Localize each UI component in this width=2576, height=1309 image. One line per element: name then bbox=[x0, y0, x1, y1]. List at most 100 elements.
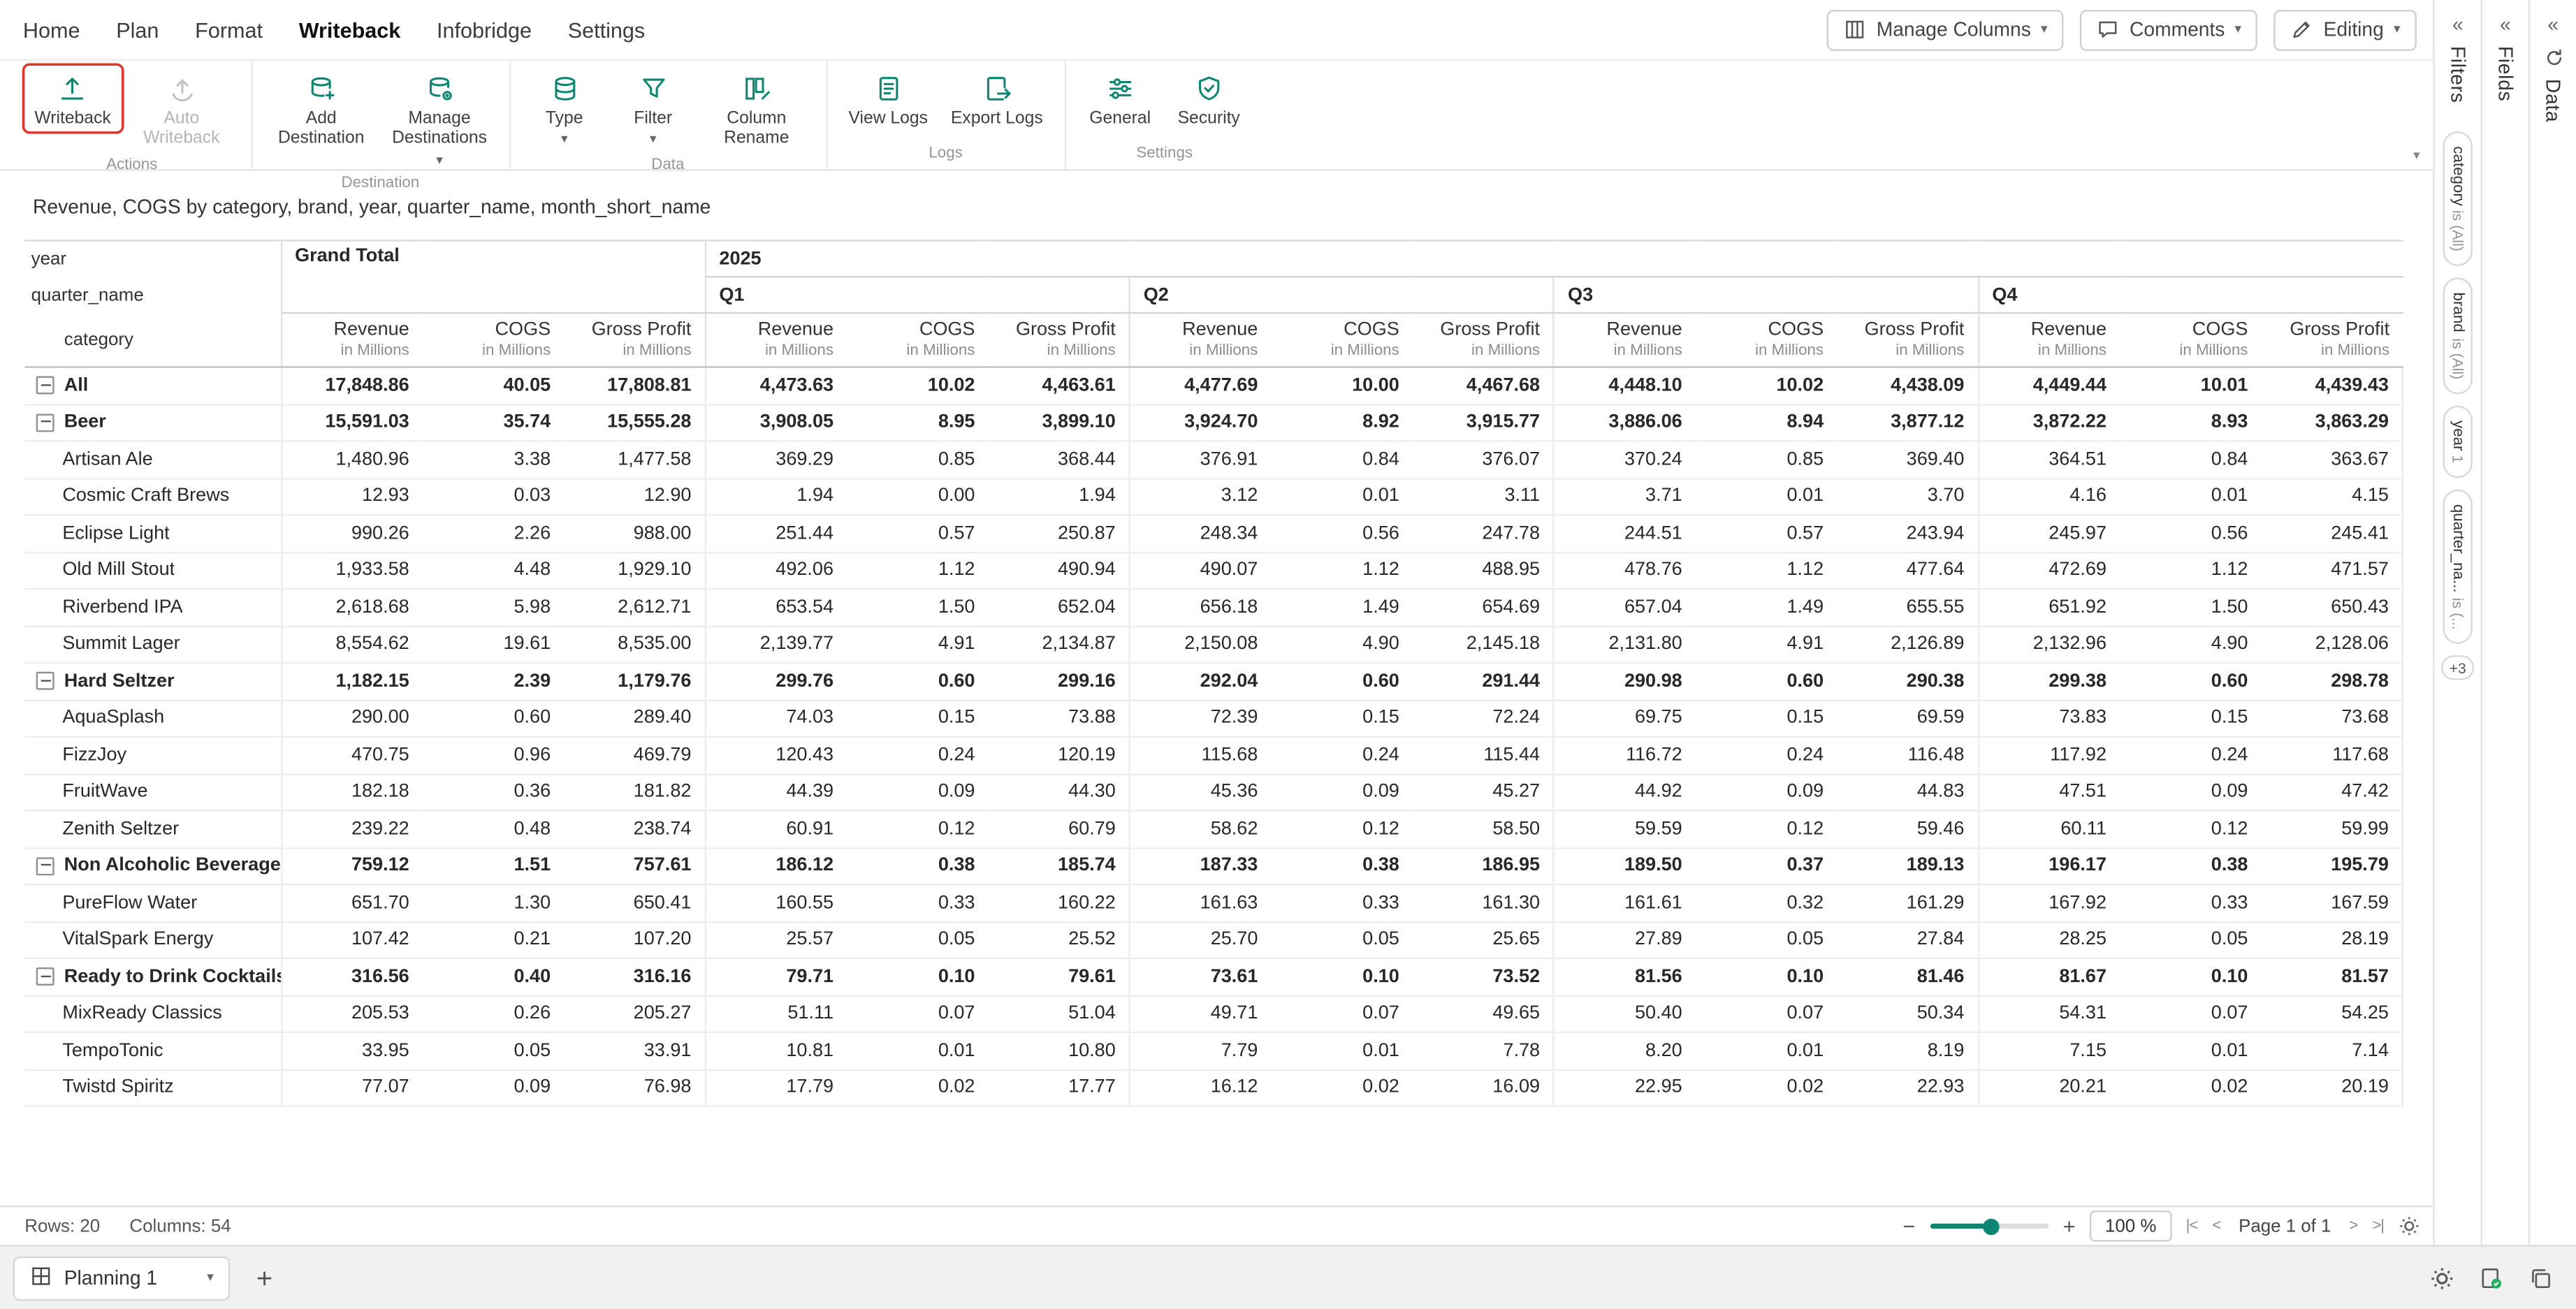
value-cell[interactable]: 0.38 bbox=[1271, 847, 1413, 886]
value-cell[interactable]: 2.26 bbox=[422, 515, 564, 553]
value-cell[interactable]: 1,477.58 bbox=[563, 441, 706, 479]
value-cell[interactable]: 79.71 bbox=[704, 958, 847, 997]
value-cell[interactable]: 369.29 bbox=[704, 441, 847, 479]
value-cell[interactable]: 471.57 bbox=[2261, 552, 2404, 590]
value-cell[interactable]: 368.44 bbox=[988, 441, 1130, 479]
value-cell[interactable]: 0.05 bbox=[1695, 921, 1837, 960]
value-cell[interactable]: 0.10 bbox=[1271, 958, 1413, 997]
value-cell[interactable]: 74.03 bbox=[704, 699, 847, 738]
value-cell[interactable]: 19.61 bbox=[422, 625, 564, 664]
column-header-revenue[interactable]: Revenue in Millions bbox=[704, 312, 847, 368]
value-cell[interactable]: 244.51 bbox=[1552, 515, 1696, 553]
value-cell[interactable]: 4,448.10 bbox=[1552, 367, 1696, 405]
zoom-out-button[interactable]: − bbox=[1902, 1215, 1915, 1237]
value-cell[interactable]: 0.09 bbox=[1271, 773, 1413, 812]
value-cell[interactable]: 116.48 bbox=[1836, 736, 1979, 775]
value-cell[interactable]: 28.25 bbox=[1977, 921, 2120, 960]
value-cell[interactable]: 0.12 bbox=[2119, 810, 2262, 849]
value-cell[interactable]: 653.54 bbox=[704, 588, 847, 627]
value-cell[interactable]: 16.12 bbox=[1128, 1069, 1272, 1107]
value-cell[interactable]: 0.56 bbox=[1271, 515, 1413, 553]
value-cell[interactable]: 652.04 bbox=[988, 588, 1130, 627]
menu-item-settings[interactable]: Settings bbox=[568, 17, 645, 42]
value-cell[interactable]: 316.16 bbox=[563, 958, 706, 997]
export-logs-button[interactable]: Export Logs bbox=[941, 66, 1053, 132]
value-cell[interactable]: 73.88 bbox=[988, 699, 1130, 738]
value-cell[interactable]: 81.56 bbox=[1552, 958, 1696, 997]
value-cell[interactable]: 12.93 bbox=[279, 478, 423, 516]
value-cell[interactable]: 1.30 bbox=[422, 884, 564, 923]
value-cell[interactable]: 8.93 bbox=[2119, 404, 2262, 442]
value-cell[interactable]: 25.65 bbox=[1412, 921, 1555, 960]
value-cell[interactable]: 247.78 bbox=[1412, 515, 1555, 553]
value-cell[interactable]: 7.14 bbox=[2261, 1032, 2404, 1070]
menu-item-infobridge[interactable]: Infobridge bbox=[437, 17, 532, 42]
value-cell[interactable]: 120.43 bbox=[704, 736, 847, 775]
year-2025-header[interactable]: 2025 bbox=[704, 240, 2403, 278]
value-cell[interactable]: 298.78 bbox=[2261, 662, 2404, 701]
value-cell[interactable]: 3.71 bbox=[1552, 478, 1696, 516]
value-cell[interactable]: 27.89 bbox=[1552, 921, 1696, 960]
value-cell[interactable]: 44.39 bbox=[704, 773, 847, 812]
value-cell[interactable]: 79.61 bbox=[988, 958, 1130, 997]
value-cell[interactable]: 4.16 bbox=[1977, 478, 2120, 516]
filter-pill-more[interactable]: +3 bbox=[2440, 656, 2475, 681]
value-cell[interactable]: 59.59 bbox=[1552, 810, 1696, 849]
value-cell[interactable]: 2,145.18 bbox=[1412, 625, 1555, 664]
menu-item-home[interactable]: Home bbox=[23, 17, 80, 42]
value-cell[interactable]: 167.59 bbox=[2261, 884, 2404, 923]
value-cell[interactable]: 0.26 bbox=[422, 995, 564, 1034]
value-cell[interactable]: 15,555.28 bbox=[563, 404, 706, 442]
value-cell[interactable]: 0.33 bbox=[1271, 884, 1413, 923]
value-cell[interactable]: 243.94 bbox=[1836, 515, 1979, 553]
value-cell[interactable]: 73.68 bbox=[2261, 699, 2404, 738]
value-cell[interactable]: 291.44 bbox=[1412, 662, 1555, 701]
value-cell[interactable]: 60.79 bbox=[988, 810, 1130, 849]
value-cell[interactable]: 0.05 bbox=[846, 921, 989, 960]
value-cell[interactable]: 651.92 bbox=[1977, 588, 2120, 627]
value-cell[interactable]: 0.05 bbox=[1271, 921, 1413, 960]
table-row-all[interactable]: All 17,848.86 40.05 17,808.81 4,473.63 10.02 4… bbox=[24, 367, 2404, 405]
value-cell[interactable]: 239.22 bbox=[279, 810, 423, 849]
value-cell[interactable]: 1.12 bbox=[1695, 552, 1837, 590]
value-cell[interactable]: 35.74 bbox=[422, 404, 564, 442]
column-rename-button[interactable]: Column Rename bbox=[699, 66, 815, 152]
value-cell[interactable]: 7.15 bbox=[1977, 1032, 2120, 1070]
value-cell[interactable]: 81.46 bbox=[1836, 958, 1979, 997]
value-cell[interactable]: 69.75 bbox=[1552, 699, 1696, 738]
value-cell[interactable]: 17.77 bbox=[988, 1069, 1130, 1107]
value-cell[interactable]: 182.18 bbox=[279, 773, 423, 812]
table-settings-icon[interactable] bbox=[2399, 1215, 2420, 1237]
value-cell[interactable]: 0.02 bbox=[2119, 1069, 2262, 1107]
row-name-cell[interactable]: Twistd Spiritz bbox=[24, 1069, 282, 1107]
value-cell[interactable]: 299.16 bbox=[988, 662, 1130, 701]
value-cell[interactable]: 47.51 bbox=[1977, 773, 2120, 812]
value-cell[interactable]: 8.92 bbox=[1271, 404, 1413, 442]
value-cell[interactable]: 44.83 bbox=[1836, 773, 1979, 812]
value-cell[interactable]: 4.48 bbox=[422, 552, 564, 590]
column-header-revenue[interactable]: Revenue in Millions bbox=[1977, 312, 2120, 368]
table-row-summit-lager[interactable]: Summit Lager 8,554.62 19.61 8,535.00 2,139.7… bbox=[24, 625, 2404, 664]
value-cell[interactable]: 0.60 bbox=[422, 699, 564, 738]
chevron-down-icon[interactable]: ▾ bbox=[207, 1271, 213, 1285]
value-cell[interactable]: 0.85 bbox=[846, 441, 989, 479]
value-cell[interactable]: 4.15 bbox=[2261, 478, 2404, 516]
row-name-cell[interactable]: Hard Seltzer bbox=[24, 662, 282, 701]
value-cell[interactable]: 59.46 bbox=[1836, 810, 1979, 849]
value-cell[interactable]: 0.01 bbox=[1695, 478, 1837, 516]
writeback-button[interactable]: Writeback bbox=[24, 66, 121, 132]
value-cell[interactable]: 316.56 bbox=[279, 958, 423, 997]
value-cell[interactable]: 5.98 bbox=[422, 588, 564, 627]
value-cell[interactable]: 363.67 bbox=[2261, 441, 2404, 479]
collapse-row-icon[interactable] bbox=[36, 413, 54, 432]
value-cell[interactable]: 2,612.71 bbox=[563, 588, 706, 627]
column-header-cogs[interactable]: COGS in Millions bbox=[846, 312, 989, 368]
value-cell[interactable]: 299.76 bbox=[704, 662, 847, 701]
value-cell[interactable]: 0.85 bbox=[1695, 441, 1837, 479]
value-cell[interactable]: 0.40 bbox=[422, 958, 564, 997]
value-cell[interactable]: 10.01 bbox=[2119, 367, 2262, 405]
value-cell[interactable]: 1,480.96 bbox=[279, 441, 423, 479]
value-cell[interactable]: 0.09 bbox=[1695, 773, 1837, 812]
row-name-cell[interactable]: FizzJoy bbox=[24, 736, 282, 775]
value-cell[interactable]: 58.50 bbox=[1412, 810, 1555, 849]
